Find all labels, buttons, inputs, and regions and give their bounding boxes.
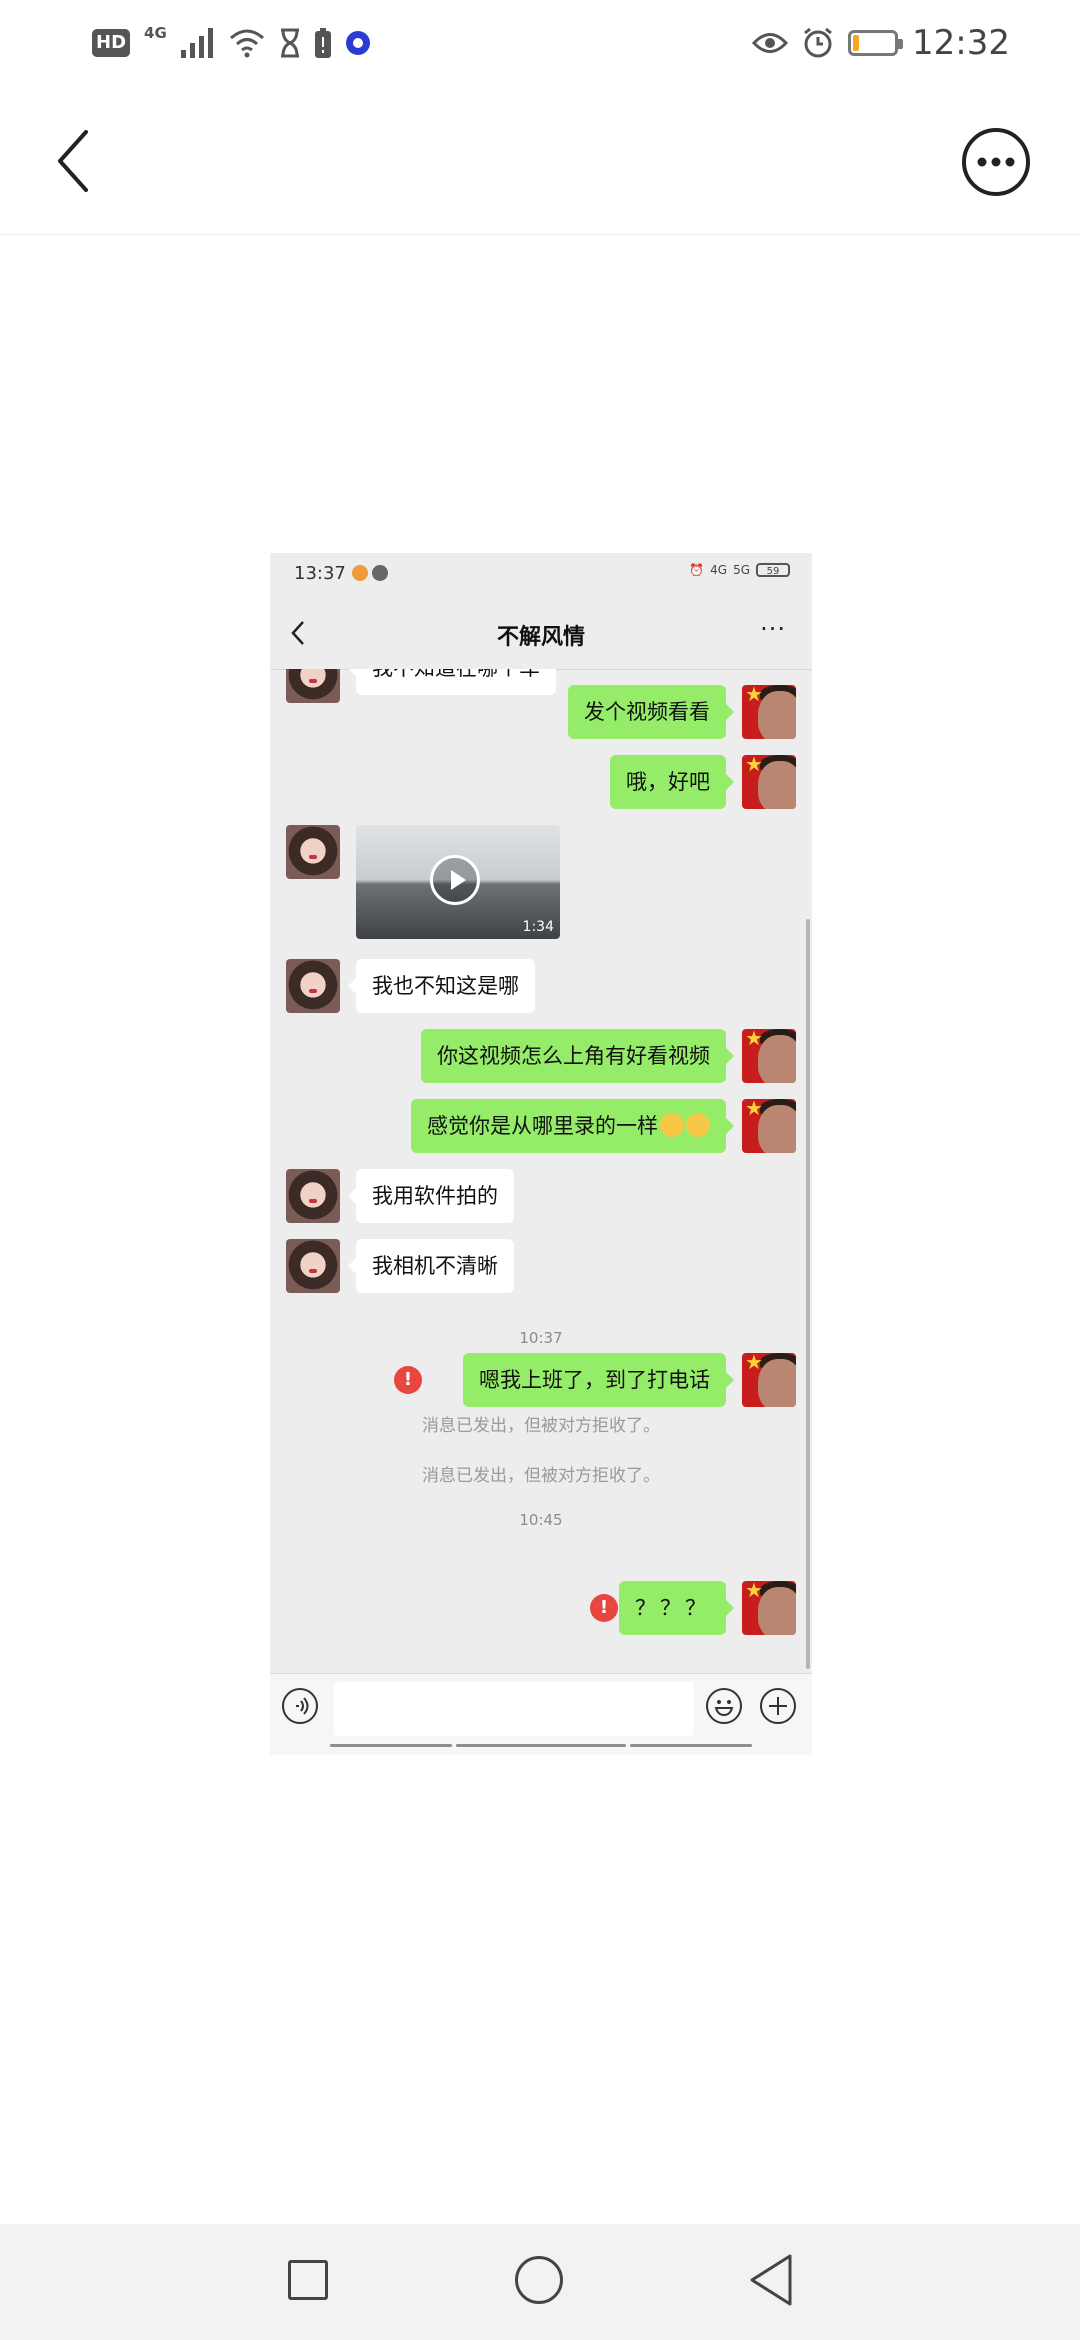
send-failed-icon[interactable]: !: [394, 1366, 422, 1394]
message-bubble[interactable]: 感觉你是从哪里录的一样: [411, 1099, 734, 1153]
square-icon[interactable]: [288, 2260, 328, 2300]
screenshot-network: 4G: [710, 563, 728, 577]
system-notice: 消息已发出，但被对方拒收了。: [422, 1416, 660, 1436]
status-right: 12:32: [752, 22, 1010, 64]
alert-battery-icon: [314, 28, 331, 58]
circle-icon[interactable]: [515, 2256, 563, 2304]
system-notice: 消息已发出，但被对方拒收了。: [422, 1466, 660, 1486]
screenshot-time: 13:37: [294, 563, 346, 584]
my-avatar[interactable]: ★: [742, 755, 796, 809]
app-header: [0, 86, 1080, 235]
message-bubble[interactable]: 你这视频怎么上角有好看视频: [421, 1029, 734, 1083]
my-avatar[interactable]: ★: [742, 1581, 796, 1635]
status-left: HD 4G: [92, 22, 371, 64]
screenshot-alarm-icon: ⏰: [689, 563, 705, 577]
chevron-left-icon[interactable]: [48, 126, 98, 196]
contact-avatar[interactable]: [286, 1239, 340, 1293]
add-icon[interactable]: [760, 1688, 796, 1724]
status-time: 12:32: [912, 23, 1010, 63]
message-bubble[interactable]: 哦，好吧: [610, 755, 734, 809]
message-bubble[interactable]: 嗯我上班了，到了打电话: [463, 1353, 734, 1407]
triangle-back-icon[interactable]: [748, 2252, 794, 2308]
battery-icon: [848, 30, 904, 56]
message-bubble[interactable]: ？？？: [619, 1581, 734, 1635]
status-bar: HD 4G 12:32: [0, 0, 1080, 86]
contact-avatar[interactable]: [286, 669, 340, 703]
chat-input-bar: [270, 1673, 812, 1755]
emoji-icon[interactable]: [706, 1688, 742, 1724]
screenshot-status-right: ⏰ 4G 5G 59: [689, 563, 790, 577]
app-icon: [352, 565, 368, 581]
video-message[interactable]: 1:34: [356, 825, 560, 939]
laugh-emoji-icon: [660, 1113, 684, 1137]
chat-screenshot-image[interactable]: 13:37 ⏰ 4G 5G 59 不解风情 ··· 我不知道在哪个车 发个视频看…: [270, 553, 812, 1755]
contact-avatar[interactable]: [286, 1169, 340, 1223]
send-failed-icon[interactable]: !: [590, 1594, 618, 1622]
system-nav-bar: [0, 2224, 1080, 2340]
contact-avatar[interactable]: [286, 825, 340, 879]
wifi-icon: [229, 29, 264, 58]
message-bubble[interactable]: 我相机不清晰: [348, 1239, 514, 1293]
my-avatar[interactable]: ★: [742, 1099, 796, 1153]
message-bubble[interactable]: 我也不知这是哪: [348, 959, 535, 1013]
message-list[interactable]: 我不知道在哪个车 发个视频看看 ★ 哦，好吧 ★ 1:34 我也不知这是哪 你这…: [270, 669, 812, 1673]
chat-title: 不解风情: [496, 625, 585, 650]
hd-badge: HD: [92, 29, 131, 57]
screenshot-network-2: 5G: [733, 563, 750, 577]
signal-icon: [180, 28, 213, 58]
my-avatar[interactable]: ★: [742, 1353, 796, 1407]
screenshot-status-bar: 13:37 ⏰ 4G 5G 59: [270, 553, 812, 595]
message-bubble[interactable]: 我不知道在哪个车: [348, 669, 556, 695]
video-duration: 1:34: [522, 919, 554, 935]
time-separator: 10:45: [519, 1511, 563, 1529]
hourglass-icon: [280, 28, 299, 58]
message-bubble[interactable]: 我用软件拍的: [348, 1169, 514, 1223]
app-notification-icon: [345, 31, 370, 55]
app-icon-2: [372, 565, 388, 581]
contact-avatar[interactable]: [286, 959, 340, 1013]
more-circle-icon[interactable]: [960, 126, 1032, 198]
battery-level: [853, 35, 860, 51]
scrollbar[interactable]: [806, 919, 810, 1669]
eye-icon: [752, 33, 789, 53]
screenshot-battery: 59: [756, 563, 790, 577]
message-input[interactable]: [334, 1682, 694, 1736]
alarm-icon: [804, 27, 832, 58]
time-separator: 10:37: [519, 1329, 563, 1347]
voice-icon[interactable]: [282, 1688, 318, 1724]
message-text: 感觉你是从哪里录的一样: [427, 1114, 658, 1138]
network-type: 4G: [144, 24, 167, 42]
laugh-emoji-icon: [686, 1113, 710, 1137]
keyboard-hint-lines: [330, 1744, 752, 1747]
my-avatar[interactable]: ★: [742, 1029, 796, 1083]
play-icon[interactable]: [430, 855, 480, 905]
my-avatar[interactable]: ★: [742, 685, 796, 739]
chat-more-icon[interactable]: ···: [760, 615, 786, 643]
chat-header: 不解风情 ···: [270, 595, 812, 670]
message-bubble[interactable]: 发个视频看看: [568, 685, 734, 739]
